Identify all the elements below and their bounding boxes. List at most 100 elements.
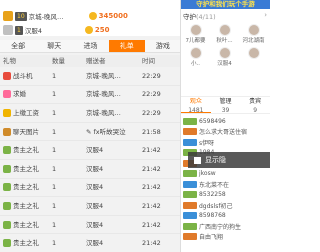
- time-cell: 21:42: [142, 183, 161, 192]
- message-tabs: 全部 聊天 进场 礼单 游戏: [0, 40, 180, 53]
- guard-item[interactable]: 小..: [181, 47, 210, 70]
- guard-name: 河北湖南: [242, 38, 265, 44]
- giver-cell[interactable]: 汉服4: [86, 237, 142, 249]
- gift-name: 贵主之礼: [13, 164, 39, 173]
- avatar: [218, 24, 231, 36]
- gift-name: 贵主之礼: [13, 146, 39, 155]
- giver-cell[interactable]: 京城-晚风…: [86, 88, 142, 100]
- list-item[interactable]: 8598768: [181, 211, 270, 222]
- gift-icon: [3, 108, 11, 117]
- guard-title: 守护: [183, 13, 196, 21]
- header-gift: 礼物: [3, 57, 16, 65]
- time-cell: 21:58: [142, 127, 161, 136]
- qty-cell: 1: [52, 164, 57, 173]
- tab-vip[interactable]: 贵宾 9: [240, 97, 270, 114]
- time-cell: 22:29: [142, 71, 161, 80]
- tab-all[interactable]: 全部: [0, 40, 36, 52]
- audience-panel: 守护和我们玩个手游 守护(4/11) › 7儿都要 秋叶... 河北湖南 小.. 汉服4…: [181, 0, 270, 252]
- guard-item[interactable]: [239, 47, 268, 70]
- level-badge: [183, 201, 197, 209]
- guard-item[interactable]: 汉服4: [210, 47, 239, 70]
- qty-cell: 1: [52, 201, 57, 210]
- tab-admins[interactable]: 管理 39: [211, 97, 241, 114]
- list-item[interactable]: 6598496: [181, 116, 270, 127]
- avatar: [189, 24, 202, 36]
- gift-icon: [3, 127, 11, 136]
- gift-icon: [3, 220, 11, 229]
- tab-audience[interactable]: 观众 1481: [181, 97, 211, 114]
- gift-icon: [3, 239, 11, 248]
- chevron-right-icon[interactable]: ›: [264, 11, 267, 19]
- gift-cell: 贵主之礼: [0, 237, 52, 249]
- gift-name: 求婚: [13, 90, 26, 99]
- rank-amount: 250: [94, 26, 110, 34]
- rank-row[interactable]: 10 京城-晚风… 345000: [3, 10, 128, 22]
- list-item[interactable]: s伊呀: [181, 137, 270, 148]
- audience-stats: 观众 1481 管理 39 贵宾 9: [181, 96, 270, 114]
- list-item[interactable]: jkosw: [181, 169, 270, 180]
- rank-medal-icon: [3, 11, 13, 21]
- level-badge: [183, 212, 197, 220]
- promo-banner[interactable]: 守护和我们玩个手游: [181, 0, 270, 9]
- checkbox[interactable]: [194, 156, 201, 164]
- giver-cell[interactable]: 京城-晚风…: [86, 107, 142, 119]
- user-name: 8532258: [199, 191, 226, 199]
- giver-cell[interactable]: 汉服4: [86, 200, 142, 212]
- gift-cell: 贵主之礼: [0, 200, 52, 212]
- guard-name: 汉服4: [217, 61, 232, 67]
- guard-item[interactable]: 河北湖南: [239, 24, 268, 47]
- rank-row[interactable]: 1 汉服4 250: [3, 24, 109, 36]
- guard-item[interactable]: 秋叶...: [210, 24, 239, 47]
- gift-cell: 聊天图片: [0, 126, 52, 138]
- level-badge: [183, 128, 197, 136]
- giver-cell[interactable]: 汉服4: [86, 219, 142, 231]
- tab-game[interactable]: 游戏: [145, 40, 180, 52]
- giver-cell[interactable]: 汉服4: [86, 181, 142, 193]
- gift-icon: [3, 164, 11, 173]
- user-name: 6598496: [199, 117, 226, 125]
- list-item[interactable]: 东北菜不在: [181, 179, 270, 190]
- qty-cell: 1: [52, 90, 57, 99]
- table-row: 上缴工资 1 京城-晚风… 22:29: [0, 104, 180, 123]
- tab-enter[interactable]: 进场: [72, 40, 108, 52]
- table-row: 聊天图片 1 ✎ fx听故哭泣 21:58: [0, 123, 180, 142]
- giver-cell[interactable]: 汉服4: [86, 144, 142, 156]
- giver-cell[interactable]: ✎ fx听故哭泣: [86, 126, 142, 138]
- time-cell: 22:29: [142, 108, 161, 117]
- rank-medal-icon: [3, 25, 13, 35]
- gift-cell: 上缴工资: [0, 107, 52, 119]
- table-row: 贵主之礼 1 汉服4 21:42: [0, 179, 180, 198]
- guard-item[interactable]: 7儿都要: [181, 24, 210, 47]
- time-cell: 22:29: [142, 90, 161, 99]
- list-item[interactable]: 自由飞翔: [181, 232, 270, 243]
- qty-cell: 1: [52, 239, 57, 248]
- contribution-ranking: 10 京城-晚风… 345000 1 汉服4 250: [0, 0, 180, 36]
- tab-chat[interactable]: 聊天: [36, 40, 72, 52]
- list-item[interactable]: 8532258: [181, 190, 270, 201]
- gift-panel: 10 京城-晚风… 345000 1 汉服4 250 全部 聊天 进场 礼单 游…: [0, 0, 181, 252]
- gift-icon: [3, 146, 11, 155]
- gift-name: 贵主之礼: [13, 220, 39, 229]
- tab-gift-list[interactable]: 礼单: [108, 40, 145, 52]
- gift-cell: 求婚: [0, 88, 52, 100]
- header-qty: 数量: [52, 57, 65, 65]
- qty-cell: 1: [52, 71, 57, 80]
- list-item[interactable]: dgdslsf初己: [181, 200, 270, 211]
- stat-label: 观众: [189, 98, 202, 105]
- gift-icon: [3, 183, 11, 192]
- gift-cell: 贵主之礼: [0, 219, 52, 231]
- table-row: 贵主之礼 1 汉服4 21:42: [0, 216, 180, 235]
- list-item[interactable]: 广西南宁的狗生: [181, 221, 270, 232]
- giver-cell[interactable]: 汉服4: [86, 163, 142, 175]
- list-item[interactable]: 怎么求大哥送住宿: [181, 127, 270, 138]
- display-toggle-panel[interactable]: 显示隐: [188, 152, 270, 168]
- guard-list: 7儿都要 秋叶... 河北湖南小.. 汉服4: [181, 24, 270, 70]
- user-name: 自由飞翔: [199, 234, 224, 242]
- display-toggle-label: 显示隐: [205, 156, 226, 164]
- level-badge: [183, 222, 197, 230]
- giver-cell[interactable]: 京城-晚风…: [86, 70, 142, 82]
- user-name: s伊呀: [199, 139, 215, 147]
- level-badge: [183, 117, 197, 125]
- rank-amount: 345000: [98, 12, 128, 20]
- stat-value: 1481: [188, 107, 204, 114]
